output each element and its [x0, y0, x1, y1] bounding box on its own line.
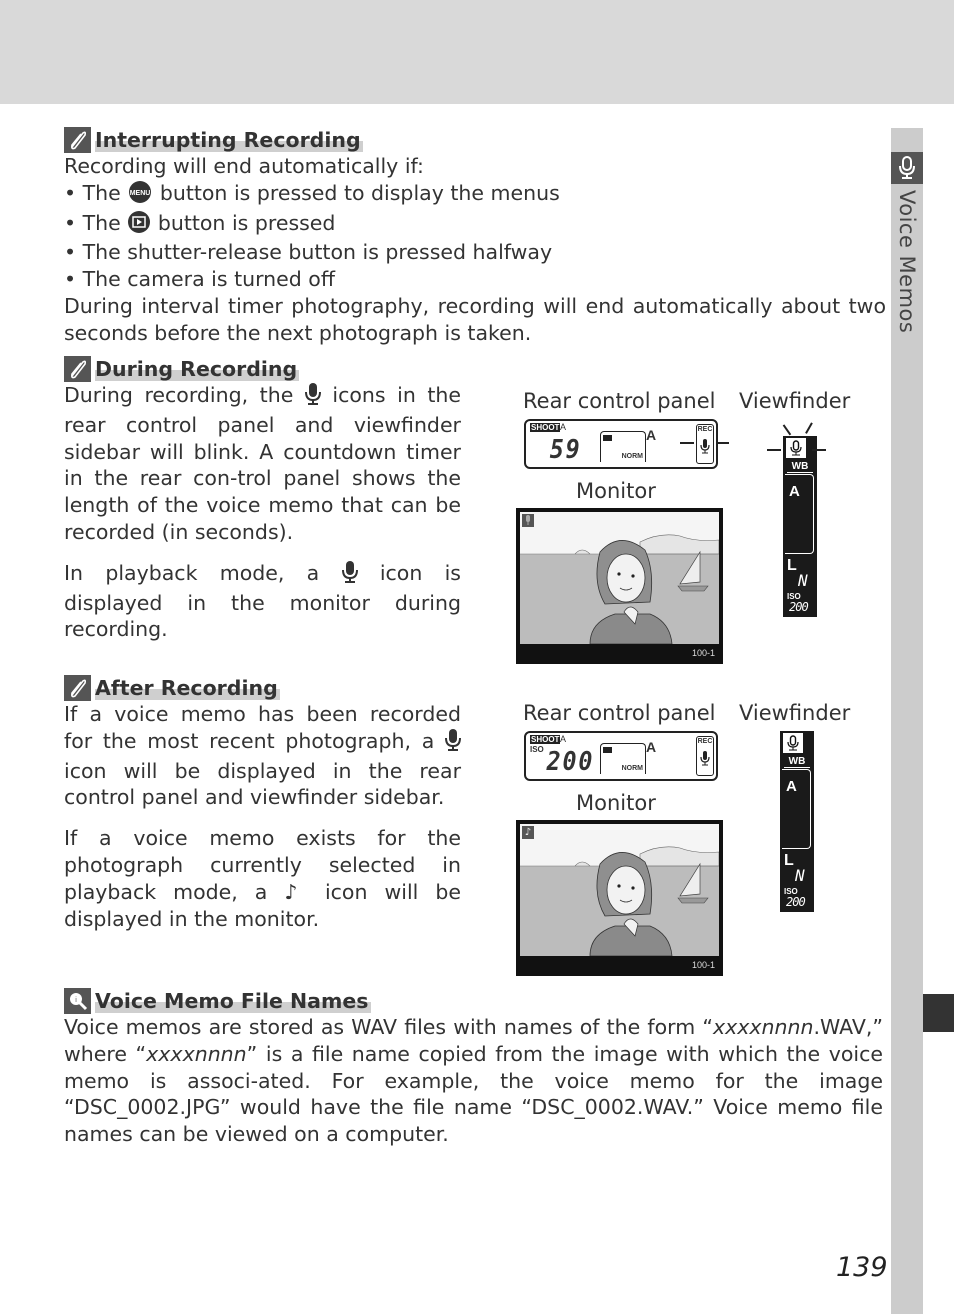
header-band — [0, 0, 954, 104]
iso-value: 200 — [546, 747, 595, 777]
frame-number: 100-1 — [691, 648, 715, 658]
frame-number: 100-1 — [691, 960, 715, 970]
filenames-heading: i Voice Memo File Names — [64, 988, 371, 1014]
viewfinder-caption: Viewfinder — [739, 389, 851, 413]
bullet-item: • The shutter-release button is pressed … — [64, 240, 553, 265]
pencil-note-icon — [64, 675, 91, 701]
blink-indicator — [680, 442, 694, 444]
during-paragraph-2: In playback mode, a icon is displayed in… — [64, 560, 461, 642]
monitor-display: ♪ 100-1 — [516, 820, 723, 976]
thumb-index-marker — [923, 994, 954, 1032]
during-body: During recording, the icons in the rear … — [64, 382, 461, 643]
during-paragraph-1: During recording, the icons in the rear … — [64, 383, 461, 544]
after-body: If a voice memo has been recorded for th… — [64, 701, 461, 932]
quality-box: NORM — [600, 743, 646, 774]
pencil-note-icon — [64, 127, 91, 153]
monitor-display: 100-1 — [516, 508, 723, 664]
after-paragraph-2: If a voice memo exists for the photograp… — [64, 826, 461, 931]
monitor-photo — [520, 512, 719, 644]
monitor-caption: Monitor — [576, 479, 656, 503]
rear-panel-caption: Rear control panel — [523, 701, 716, 725]
playback-button-icon — [127, 210, 151, 240]
interrupting-intro: Recording will end automatically if: — [64, 154, 424, 178]
filenames-paragraph: Voice memos are stored as WAV files with… — [64, 1015, 883, 1147]
rec-indicator: REC — [696, 424, 714, 464]
viewfinder-sidebar: WB A L N ISO 200 — [783, 436, 817, 617]
microphone-icon — [304, 383, 321, 412]
microphone-icon — [786, 438, 806, 458]
microphone-icon — [783, 733, 803, 753]
interrupting-outro: During interval timer photography, recor… — [64, 293, 886, 345]
page-number: 139 — [836, 1252, 888, 1283]
microphone-icon — [522, 514, 534, 527]
monitor-caption: Monitor — [576, 791, 656, 815]
magnifier-icon: i — [64, 988, 91, 1014]
rec-indicator: REC — [696, 736, 714, 776]
music-note-icon: ♪ — [522, 826, 534, 839]
rear-control-panel: SHOOT A ISO 200 NORM A REC — [524, 731, 718, 781]
during-title: During Recording — [95, 357, 300, 381]
after-title: After Recording — [95, 676, 280, 700]
bullet-item: • The button is pressed — [64, 210, 886, 240]
pencil-note-icon — [64, 356, 91, 382]
svg-text:MENU: MENU — [130, 190, 151, 197]
rear-control-panel: SHOOT A 59 NORM A REC — [524, 419, 718, 469]
viewfinder-sidebar: WB A L N ISO 200 — [780, 731, 814, 912]
filenames-title: Voice Memo File Names — [95, 989, 371, 1013]
blink-indicator — [716, 442, 729, 444]
countdown-timer: 59 — [549, 435, 582, 465]
blink-indicator — [805, 422, 813, 434]
interrupting-heading: Interrupting Recording — [64, 127, 363, 153]
bullet-item: • The MENU button is pressed to display … — [64, 180, 886, 210]
interrupting-title: Interrupting Recording — [95, 128, 363, 152]
microphone-icon — [700, 439, 710, 454]
menu-button-icon: MENU — [127, 180, 153, 210]
blink-indicator — [767, 449, 781, 451]
monitor-photo — [520, 824, 719, 956]
microphone-icon — [341, 560, 358, 590]
music-note-icon: ♪ — [284, 879, 308, 904]
rear-panel-caption: Rear control panel — [523, 389, 716, 413]
interrupting-body: Recording will end automatically if: • T… — [64, 153, 886, 347]
after-paragraph-1: If a voice memo has been recorded for th… — [64, 702, 461, 810]
filenames-body: Voice memos are stored as WAV files with… — [64, 1014, 883, 1148]
microphone-icon — [444, 728, 461, 758]
section-tab: Voice Memos — [891, 128, 923, 1314]
quality-box: NORM — [600, 431, 646, 462]
bullet-item: • The camera is turned off — [64, 267, 335, 292]
viewfinder-caption: Viewfinder — [739, 701, 851, 725]
blink-indicator — [782, 424, 791, 436]
section-tab-label: Voice Memos — [895, 190, 919, 334]
blink-indicator — [812, 449, 826, 451]
after-heading: After Recording — [64, 675, 280, 701]
during-heading: During Recording — [64, 356, 300, 382]
microphone-icon — [700, 751, 710, 766]
microphone-icon — [891, 152, 923, 184]
